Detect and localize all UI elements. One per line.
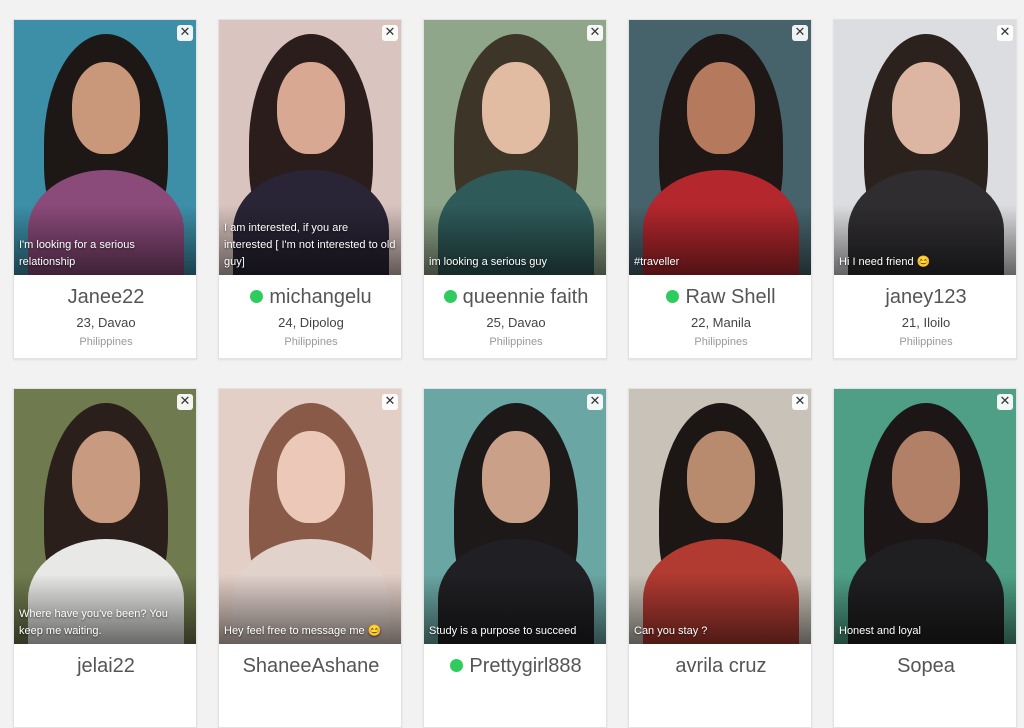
profile-photo[interactable]: ✕ #traveller (629, 20, 811, 275)
photo-face-shape (277, 62, 345, 154)
profile-card[interactable]: ✕ Study is a purpose to succeed Prettygi… (423, 388, 607, 728)
online-status-dot (443, 290, 457, 303)
profile-photo[interactable]: ✕ im looking a serious guy (424, 20, 606, 275)
profile-name-row[interactable]: Raw Shell (629, 285, 811, 309)
profile-name-row[interactable]: Prettygirl888 (424, 654, 606, 678)
profile-name-row[interactable]: Janee22 (14, 285, 196, 309)
profile-photo[interactable]: ✕ Where have you've been? You keep me wa… (14, 389, 196, 644)
profile-info: queennie faith 25, Davao Philippines (424, 275, 606, 348)
profile-card[interactable]: ✕ #traveller Raw Shell 22, Manila Philip… (628, 19, 812, 359)
profile-caption: I'm looking for a serious relationship (19, 239, 135, 268)
profile-name[interactable]: ShaneeAshane (243, 655, 380, 677)
profile-card[interactable]: ✕ Honest and loyal Sopea (833, 388, 1017, 728)
profile-caption: im looking a serious guy (429, 256, 548, 268)
profile-info: jelai22 (14, 644, 196, 684)
photo-face-shape (72, 431, 140, 523)
online-status-dot (250, 290, 264, 303)
close-icon[interactable]: ✕ (177, 25, 193, 41)
close-icon[interactable]: ✕ (997, 25, 1013, 41)
profile-country: Philippines (284, 336, 338, 348)
close-icon[interactable]: ✕ (587, 394, 603, 410)
profile-age-city: 24, Dipolog (278, 315, 344, 330)
profile-info: janey123 21, Iloilo Philippines (834, 275, 1016, 348)
profile-name-row[interactable]: avrila cruz (629, 654, 811, 678)
photo-face-shape (482, 62, 550, 154)
profile-photo[interactable]: ✕ I'm looking for a serious relationship (14, 20, 196, 275)
profile-age-city: 25, Davao (486, 315, 546, 330)
profile-age-city: 23, Davao (76, 315, 136, 330)
profile-name-row[interactable]: janey123 (834, 285, 1016, 309)
profile-country: Philippines (489, 336, 543, 348)
profile-card[interactable]: ✕ I am interested, if you are interested… (218, 19, 402, 359)
profile-caption: Where have you've been? You keep me wait… (19, 608, 168, 637)
profile-name-row[interactable]: michangelu (219, 285, 401, 309)
close-icon[interactable]: ✕ (587, 25, 603, 41)
profile-card[interactable]: ✕ I'm looking for a serious relationship… (13, 19, 197, 359)
profile-age-city: 22, Manila (691, 315, 751, 330)
profile-card[interactable]: ✕ Hi I need friend 😊 janey123 21, Iloilo… (833, 19, 1017, 359)
online-status-dot (450, 659, 464, 672)
profile-photo[interactable]: ✕ Can you stay ? (629, 389, 811, 644)
close-icon[interactable]: ✕ (792, 394, 808, 410)
close-icon[interactable]: ✕ (792, 25, 808, 41)
profile-name-row[interactable]: queennie faith (424, 285, 606, 309)
profile-name-row[interactable]: ShaneeAshane (219, 654, 401, 678)
photo-face-shape (892, 62, 960, 154)
profile-card[interactable]: ✕ Where have you've been? You keep me wa… (13, 388, 197, 728)
photo-face-shape (277, 431, 345, 523)
close-icon[interactable]: ✕ (382, 394, 398, 410)
profile-card[interactable]: ✕ Hey feel free to message me 😊 ShaneeAs… (218, 388, 402, 728)
close-icon[interactable]: ✕ (177, 394, 193, 410)
profile-caption: Hey feel free to message me 😊 (224, 625, 382, 637)
photo-face-shape (72, 62, 140, 154)
profile-info: Prettygirl888 (424, 644, 606, 684)
profile-caption: Can you stay ? (634, 625, 708, 637)
profile-country: Philippines (694, 336, 748, 348)
profile-name-row[interactable]: jelai22 (14, 654, 196, 678)
profile-age-city: 21, Iloilo (901, 315, 951, 330)
profile-name[interactable]: janey123 (885, 286, 966, 308)
profile-photo[interactable]: ✕ I am interested, if you are interested… (219, 20, 401, 275)
profile-name[interactable]: jelai22 (77, 655, 135, 677)
profile-name[interactable]: Raw Shell (685, 286, 775, 308)
profile-photo[interactable]: ✕ Hey feel free to message me 😊 (219, 389, 401, 644)
profile-caption: Study is a purpose to succeed (429, 625, 577, 637)
profile-name[interactable]: queennie faith (463, 286, 589, 308)
profile-country: Philippines (899, 336, 953, 348)
close-icon[interactable]: ✕ (382, 25, 398, 41)
profile-info: avrila cruz (629, 644, 811, 684)
photo-face-shape (687, 62, 755, 154)
online-status-dot (666, 290, 680, 303)
profile-caption: Hi I need friend 😊 (839, 256, 931, 268)
profile-photo[interactable]: ✕ Honest and loyal (834, 389, 1016, 644)
photo-face-shape (482, 431, 550, 523)
profile-card[interactable]: ✕ Can you stay ? avrila cruz (628, 388, 812, 728)
profile-info: ShaneeAshane (219, 644, 401, 684)
profile-info: Raw Shell 22, Manila Philippines (629, 275, 811, 348)
profile-caption: I am interested, if you are interested [… (224, 222, 396, 268)
profile-info: michangelu 24, Dipolog Philippines (219, 275, 401, 348)
profile-caption: Honest and loyal (839, 625, 921, 637)
profile-photo[interactable]: ✕ Hi I need friend 😊 (834, 20, 1016, 275)
close-icon[interactable]: ✕ (997, 394, 1013, 410)
profile-name[interactable]: Sopea (897, 655, 955, 677)
profile-info: Janee22 23, Davao Philippines (14, 275, 196, 348)
profile-name[interactable]: michangelu (269, 286, 371, 308)
profile-info: Sopea (834, 644, 1016, 684)
profile-caption: #traveller (634, 256, 680, 268)
profile-country: Philippines (79, 336, 133, 348)
profile-name-row[interactable]: Sopea (834, 654, 1016, 678)
profile-photo[interactable]: ✕ Study is a purpose to succeed (424, 389, 606, 644)
profile-card[interactable]: ✕ im looking a serious guy queennie fait… (423, 19, 607, 359)
profile-name[interactable]: avrila cruz (675, 655, 766, 677)
profile-name[interactable]: Janee22 (68, 286, 145, 308)
photo-face-shape (892, 431, 960, 523)
profile-name[interactable]: Prettygirl888 (469, 655, 581, 677)
photo-face-shape (687, 431, 755, 523)
